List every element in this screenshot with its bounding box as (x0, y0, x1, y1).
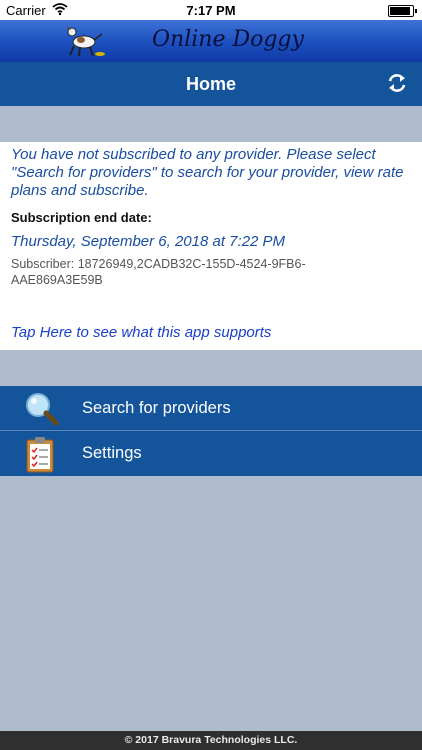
subscriber-id: Subscriber: 18726949,2CADB32C-155D-4524-… (11, 257, 306, 287)
search-providers-button[interactable]: Search for providers (0, 386, 422, 432)
refresh-icon[interactable] (386, 72, 408, 99)
page-title: Home (185, 74, 236, 94)
navigation-bar: Home (0, 62, 422, 106)
clock: 7:17 PM (186, 3, 236, 18)
battery-icon (388, 5, 417, 17)
dog-logo-icon (60, 22, 110, 65)
footer-copyright: © 2017 Bravura Technologies LLC. (0, 731, 422, 750)
app-title: Online Doggy (152, 27, 304, 52)
subscription-end-date: Thursday, September 6, 2018 at 7:22 PM (11, 233, 286, 250)
app-banner: Online Doggy (0, 20, 422, 62)
main-menu: Search for providers Settings (0, 386, 422, 476)
subscription-end-label: Subscription end date: (11, 210, 152, 225)
settings-button[interactable]: Settings (0, 431, 422, 475)
search-providers-label: Search for providers (82, 399, 231, 417)
settings-label: Settings (82, 444, 142, 462)
subscription-card: You have not subscribed to any provider.… (0, 142, 422, 350)
status-bar: Carrier 7:17 PM (0, 0, 422, 20)
app-support-link[interactable]: Tap Here to see what this app supports (11, 324, 271, 341)
clipboard-icon (22, 436, 58, 479)
subscription-notice: You have not subscribed to any provider.… (11, 146, 404, 199)
magnifier-icon (22, 391, 62, 432)
